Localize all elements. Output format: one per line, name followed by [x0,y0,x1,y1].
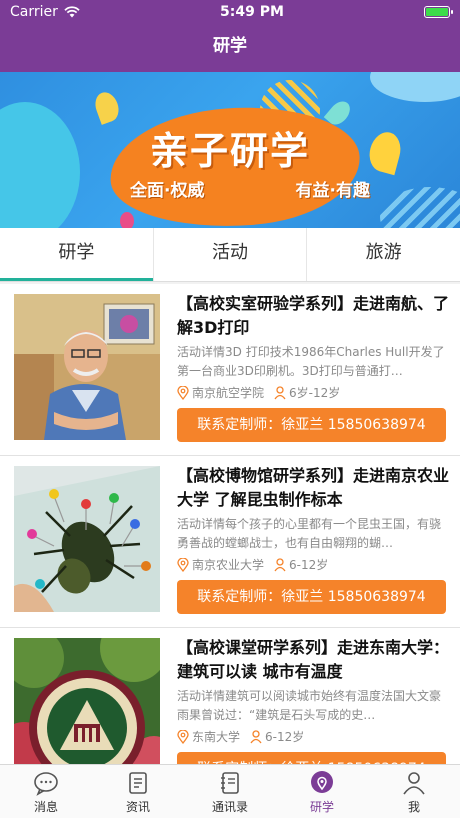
card-meta: 南京农业大学 6-12岁 [177,556,449,573]
bottom-tab-bar: 消息 资讯 通讯录 研学 我 [0,764,460,818]
location-pin-icon [177,385,189,400]
top-bar: Carrier 5:49 PM 研学 [0,0,460,72]
banner-tag: 有益·有趣 [295,181,370,201]
location-label: 南京农业大学 [192,558,265,572]
tabbar-label: 研学 [309,800,334,814]
tab-study[interactable]: 研学 [0,228,154,281]
category-tabs: 研学 活动 旅游 [0,228,460,282]
card-description: 活动详情3D 打印技术1986年Charles Hull开发了第一台商业3D印刷… [177,345,445,378]
age-label: 6岁-12岁 [289,386,341,400]
list-item[interactable]: 【高校实室研验学系列】走进南航、了解3D打印 活动详情3D 打印技术1986年C… [0,284,460,456]
location-pin-icon [177,729,189,744]
location-group: 东南大学 [177,728,240,745]
location-label: 南京航空学院 [192,386,265,400]
wifi-icon [64,6,80,18]
list-item[interactable]: 【高校博物馆研学系列】走进南京农业大学 了解昆虫制作标本 活动详情每个孩子的心里… [0,456,460,628]
age-label: 6-12岁 [265,730,305,744]
location-group: 南京航空学院 [177,384,264,401]
person-icon [274,557,286,571]
contact-button[interactable]: 联系定制师：徐亚兰 15850638974 [177,752,446,764]
tabbar-label: 资讯 [125,800,150,814]
news-icon [129,772,147,794]
banner-decoration [120,212,134,228]
list-item[interactable]: 【高校课堂研学系列】走进东南大学：建筑可以读 城市有温度 活动详情建筑可以阅读城… [0,628,460,764]
location-pin-icon [311,771,333,793]
card-meta: 南京航空学院 6岁-12岁 [177,384,449,401]
card-description: 活动详情每个孩子的心里都有一个昆虫王国，有骁勇善战的螳螂战士，也有自由翱翔的蝴… [177,517,442,550]
study-list: 【高校实室研验学系列】走进南航、了解3D打印 活动详情3D 打印技术1986年C… [0,284,460,764]
tabbar-item-contacts[interactable]: 通讯录 [184,765,276,818]
person-icon [274,385,286,399]
tabbar-label: 我 [407,800,420,814]
thumbnail-image [14,638,160,764]
tabbar-item-news[interactable]: 资讯 [92,765,184,818]
battery-icon [424,6,453,18]
tabbar-item-messages[interactable]: 消息 [0,765,92,818]
age-group: 6-12岁 [274,556,328,573]
location-group: 南京农业大学 [177,556,264,573]
contact-button[interactable]: 联系定制师：徐亚兰 15850638974 [177,408,446,442]
contacts-book-icon [221,772,239,794]
tab-travel[interactable]: 旅游 [307,228,460,281]
contact-button[interactable]: 联系定制师：徐亚兰 15850638974 [177,580,446,614]
banner-tag: 全面·权威 [130,181,205,201]
location-label: 东南大学 [192,730,241,744]
promo-banner[interactable]: 亲子研学 全面·权威 有益·有趣 [0,72,460,228]
age-label: 6-12岁 [289,558,329,572]
tabbar-item-me[interactable]: 我 [368,765,460,818]
thumbnail-image [14,294,160,440]
age-group: 6岁-12岁 [274,384,340,401]
clock: 5:49 PM [220,4,284,20]
card-title: 【高校课堂研学系列】走进东南大学：建筑可以读 城市有温度 [177,638,450,681]
page-title: 研学 [213,36,247,56]
banner-decoration [380,187,460,228]
card-description: 活动详情建筑可以阅读城市始终有温度法国大文豪雨果曾说过：“建筑是石头写成的史… [177,689,442,722]
age-group: 6-12岁 [250,728,304,745]
card-title: 【高校博物馆研学系列】走进南京农业大学 了解昆虫制作标本 [177,466,450,509]
banner-title: 亲子研学 [149,128,310,173]
banner-tags: 全面·权威 有益·有趣 [130,176,370,201]
card-title: 【高校实室研验学系列】走进南航、了解3D打印 [177,294,450,337]
tabbar-label: 消息 [33,800,58,814]
status-left: Carrier [10,4,80,20]
person-icon [250,729,262,743]
status-bar: Carrier 5:49 PM [0,0,460,24]
card-meta: 东南大学 6-12岁 [177,728,449,745]
banner-decoration [370,72,460,102]
person-icon [403,772,425,795]
tab-activity[interactable]: 活动 [154,228,308,281]
carrier-label: Carrier [10,4,58,20]
chat-bubble-icon [34,772,58,796]
tabbar-label: 通讯录 [211,800,248,814]
thumbnail-image [14,466,160,612]
tabbar-item-study[interactable]: 研学 [276,765,368,818]
location-pin-icon [177,557,189,572]
